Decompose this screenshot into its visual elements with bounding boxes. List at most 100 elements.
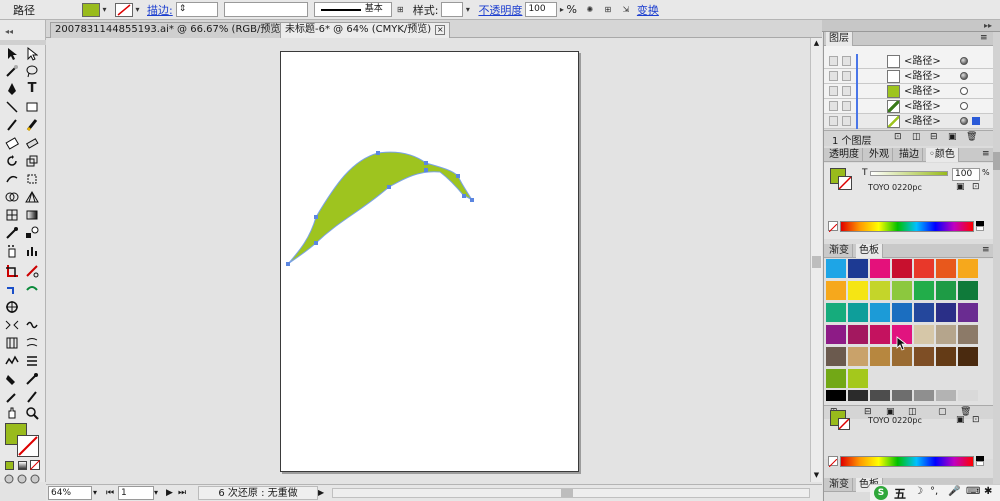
lock-toggle[interactable] [842,86,851,96]
gray-swatch[interactable] [936,390,957,402]
delete-layer-icon[interactable]: 🗑 [966,132,977,142]
color-swatch[interactable] [870,347,891,367]
visibility-toggle[interactable] [829,71,838,81]
ime-mode-label[interactable]: 五 [894,485,906,501]
anchor-point[interactable] [456,174,460,178]
tint-slider[interactable] [870,171,948,176]
color-swatch[interactable] [870,281,891,301]
visibility-toggle[interactable] [829,86,838,96]
tab-appearance[interactable]: 外观 [866,148,893,162]
color-swatch[interactable] [936,259,957,279]
color-swatch[interactable] [936,281,957,301]
ime-settings-icon[interactable]: ✱ [984,486,992,497]
new-swatch-icon[interactable]: ▢ [938,407,947,417]
next-artboard-icon[interactable]: ▶ [166,486,173,500]
anchor-point[interactable] [286,262,290,266]
first-artboard-icon[interactable]: ⏮ [106,486,114,500]
color-swatch[interactable] [848,325,869,345]
gray-swatch[interactable] [826,390,847,402]
dock-collapse-icon[interactable]: ▸▸ [984,21,992,30]
color-swatch[interactable] [914,281,935,301]
color-swatch[interactable] [892,303,913,323]
layer-row[interactable]: <路径> [824,84,994,99]
last-artboard-icon[interactable]: ⏭ [178,486,186,500]
color-swatch[interactable] [936,325,957,345]
swatches-menu-icon[interactable]: ≡ [982,244,990,257]
tab-swatches[interactable]: 色板 [856,244,883,258]
color-swatch[interactable] [826,259,847,279]
layer-name[interactable]: <路径> [904,55,941,68]
canvas-horizontal-scrollbar[interactable] [332,488,810,498]
panel-dock-header[interactable]: ▸▸ [822,20,1000,32]
gray-swatch[interactable] [870,390,891,402]
anchor-point[interactable] [424,168,428,172]
color-menu-icon[interactable]: ≡ [982,148,990,161]
color-swatch[interactable] [892,281,913,301]
anchor-point[interactable] [424,161,428,165]
lock-toggle[interactable] [842,71,851,81]
swatches-spectrum[interactable] [840,456,974,467]
color-swatch[interactable] [848,281,869,301]
color-swatch[interactable] [958,303,979,323]
color-swatch[interactable] [870,325,891,345]
leaf-shape[interactable] [287,151,473,265]
tab-stroke[interactable]: 描边 [896,148,923,162]
zoom-field[interactable]: 64% [48,486,92,500]
swatches-white-chip[interactable] [976,461,984,466]
tab-color[interactable]: ◦颜色 [926,148,959,162]
layer-row[interactable]: <路径> [824,69,994,84]
target-icon[interactable] [960,72,968,80]
gray-swatch[interactable] [892,390,913,402]
target-icon[interactable] [960,57,968,65]
new-layer-icon[interactable]: ▣ [948,132,957,142]
color-swatch[interactable] [914,259,935,279]
gray-swatch[interactable] [848,390,869,402]
zoom-dropdown-icon[interactable]: ▾ [93,486,103,500]
panel-scroll-thumb[interactable] [993,152,1000,170]
visibility-toggle[interactable] [829,101,838,111]
color-swatch[interactable] [870,259,891,279]
color-swatch[interactable] [848,303,869,323]
gray-swatch[interactable] [914,390,935,402]
swatches-none-icon[interactable] [828,456,838,468]
color-swatch[interactable] [848,259,869,279]
color-swatch[interactable] [914,325,935,345]
scroll-down-icon[interactable]: ▼ [811,470,822,480]
layer-name[interactable]: <路径> [904,70,941,83]
tab-transparency[interactable]: 透明度 [826,148,863,162]
swatches-stroke-box[interactable] [838,418,850,430]
panel-scrollbar[interactable] [993,32,1000,501]
ime-keyboard-icon[interactable]: ⌨ [966,486,980,497]
swatches-mode-icon[interactable]: ▣ [956,415,965,425]
layers-menu-icon[interactable]: ≡ [980,32,988,45]
color-swatch[interactable] [826,281,847,301]
color-swatch[interactable] [936,303,957,323]
selected-path[interactable] [0,0,820,480]
anchor-point[interactable] [470,198,474,202]
color-swatch[interactable] [892,259,913,279]
anchor-point[interactable] [462,194,466,198]
color-swatch[interactable] [936,347,957,367]
color-swatch[interactable] [914,347,935,367]
selection-indicator[interactable] [972,117,980,125]
tab-layers[interactable]: 图层 [826,32,853,46]
color-swatch[interactable] [958,347,979,367]
color-swatch[interactable] [914,303,935,323]
new-sublayer-icon[interactable]: ⊟ [930,132,938,142]
lock-toggle[interactable] [842,101,851,111]
artboard-number-field[interactable]: 1 [118,486,154,500]
tab-gradient[interactable]: 渐变 [826,244,853,258]
ime-logo-icon[interactable]: S [874,486,888,500]
gray-swatch[interactable] [958,390,979,402]
color-mode-toggle-icon[interactable]: ▣ [956,182,965,192]
ime-punct-icon[interactable]: °, [930,486,938,497]
anchor-point[interactable] [314,215,318,219]
color-swatch[interactable] [826,325,847,345]
artboard-dropdown-icon[interactable]: ▾ [154,486,164,500]
color-swatch[interactable] [826,347,847,367]
none-color-icon[interactable] [828,221,838,233]
visibility-toggle[interactable] [829,116,838,126]
color-swatch[interactable] [848,369,869,389]
scroll-up-icon[interactable]: ▲ [811,38,822,48]
layer-row[interactable]: <路径> [824,114,994,129]
